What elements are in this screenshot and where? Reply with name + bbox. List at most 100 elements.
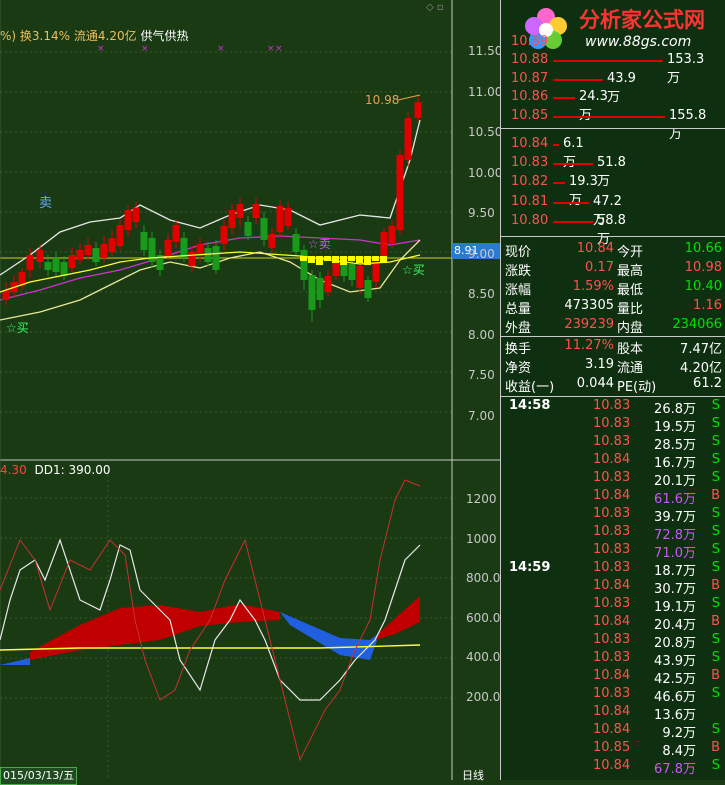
divider-quote <box>500 336 725 337</box>
candle-body <box>380 232 388 256</box>
tick-volume: 72.8万 <box>654 528 696 543</box>
tick-volume: 19.5万 <box>654 420 696 435</box>
tick-price: 10.84 <box>593 704 631 719</box>
signal-bar <box>340 256 347 265</box>
quote-value: 4.20亿 <box>680 361 722 376</box>
candle-body <box>220 226 228 244</box>
tick-row: 10.83 39.7万 S <box>501 506 725 525</box>
candle-body <box>324 276 332 292</box>
tick-row: 10.84 67.8万 S <box>501 758 725 777</box>
indicator-axis-tick: 400.0 <box>466 650 501 665</box>
signal-bar <box>364 256 371 265</box>
bid-price: 10.81 <box>511 193 549 209</box>
candle-body <box>124 210 132 230</box>
tick-price: 10.84 <box>593 614 631 629</box>
indicator-axis-tick: 1200 <box>466 492 497 506</box>
chart-area[interactable]: × × × × × %) 换3.14% 流通4.20亿 供气供热 ◇ ▫ 10.98 卖… <box>0 0 503 785</box>
tick-volume: 39.7万 <box>654 510 696 525</box>
top-info-float: 流通4.20亿 <box>73 29 137 43</box>
candle-body <box>188 252 196 266</box>
quote-value: 1.59% <box>572 279 614 294</box>
tick-row: 10.84 30.7万 B <box>501 578 725 597</box>
candle-body <box>300 250 308 280</box>
quote-label: 今开 <box>617 245 644 260</box>
signal-bar <box>324 256 331 261</box>
quote-value: 0.17 <box>585 260 614 275</box>
candle-body <box>396 155 404 230</box>
indicator-label-a: 4.30 <box>0 463 27 477</box>
candle-body <box>52 258 60 272</box>
candle-body <box>68 255 76 268</box>
tick-side: S <box>711 506 720 521</box>
candle-body <box>108 238 116 252</box>
quote-value: 1.16 <box>693 298 722 313</box>
quote-row: 净资 3.19 流通 4.20亿 <box>501 357 725 376</box>
indicator-axis-tick: 1000 <box>466 531 497 546</box>
quote-row: 涨跌 0.17 最高 10.98 <box>501 260 725 279</box>
signal-bar <box>308 256 315 263</box>
ask-partial-price: 10.89 <box>511 34 549 49</box>
tick-volume: 43.9万 <box>654 654 696 669</box>
tick-price: 10.83 <box>593 596 631 611</box>
chart-menu-icon[interactable]: ◇ ▫ <box>426 0 444 16</box>
candle-body <box>292 234 300 252</box>
tick-side: S <box>711 398 720 413</box>
x-marker: × <box>275 44 283 54</box>
sell-star-tag: ☆卖 <box>308 237 331 251</box>
tick-volume: 20.1万 <box>654 474 696 489</box>
indicator-axis-tick: 800.0 <box>466 571 501 586</box>
ask-price: 10.88 <box>511 52 549 67</box>
candle-body <box>2 290 10 300</box>
candle-body <box>348 264 356 280</box>
tick-volume: 71.0万 <box>654 546 696 561</box>
tick-row: 10.83 26.8万 S <box>501 398 725 417</box>
tick-price: 10.83 <box>593 506 631 521</box>
price-axis-tick: 11.00 <box>468 84 503 99</box>
tick-row: 10.84 9.2万 S <box>501 722 725 741</box>
candle-body <box>236 204 244 218</box>
ask-volume-bar <box>553 97 575 100</box>
tick-volume: 67.8万 <box>654 762 696 777</box>
indicator-header: 4.30 DD1: 390.00 <box>0 462 111 478</box>
quote-row: 现价 10.84 今开 10.66 <box>501 241 725 260</box>
tick-volume: 18.7万 <box>654 564 696 579</box>
quote-row: 收益(一) 0.044 PE(动) 61.2 <box>501 376 725 395</box>
tick-price: 10.83 <box>593 632 631 647</box>
tick-side: B <box>711 578 720 593</box>
ask-price: 10.85 <box>511 107 549 123</box>
candle-body <box>132 208 140 222</box>
signal-bar <box>348 256 355 261</box>
quote-label: 涨跌 <box>505 264 532 279</box>
tick-row: 10.83 20.1万 S <box>501 470 725 489</box>
tick-row: 10.83 20.8万 S <box>501 632 725 651</box>
price-axis-tick: 11.50 <box>468 44 503 58</box>
quote-value: 10.84 <box>576 241 614 256</box>
ask-volume-bar <box>553 78 603 81</box>
candle-body <box>26 255 34 270</box>
quote-value: 234066 <box>672 317 722 332</box>
tick-price: 10.83 <box>593 650 631 665</box>
quote-label: 内盘 <box>617 321 644 336</box>
tick-price: 10.83 <box>593 542 631 557</box>
quote-label: 换手 <box>505 342 532 357</box>
signal-bar <box>300 256 307 261</box>
logo-title: 分析家公式网 <box>579 8 705 32</box>
signal-bar <box>356 256 363 263</box>
candle-body <box>36 250 44 262</box>
tick-row: 10.83 28.5万 S <box>501 434 725 453</box>
signal-bar <box>380 256 387 263</box>
ask-volume: 24.3万 <box>579 89 608 123</box>
x-marker: × <box>141 44 149 54</box>
tick-volume: 13.6万 <box>654 708 696 723</box>
candlestick-chart[interactable]: × × × × × <box>0 0 500 780</box>
tick-row: 10.83 19.5万 S <box>501 416 725 435</box>
period-label[interactable]: 日线 <box>462 768 484 784</box>
quote-label: 净资 <box>505 361 532 376</box>
quote-label: 量比 <box>617 302 644 317</box>
candle-body <box>372 262 380 282</box>
tick-side: B <box>711 668 720 683</box>
tick-side: S <box>711 650 720 665</box>
candle-body <box>44 262 52 270</box>
buy-tag-right: ☆买 <box>402 263 425 277</box>
tick-volume: 19.1万 <box>654 600 696 615</box>
